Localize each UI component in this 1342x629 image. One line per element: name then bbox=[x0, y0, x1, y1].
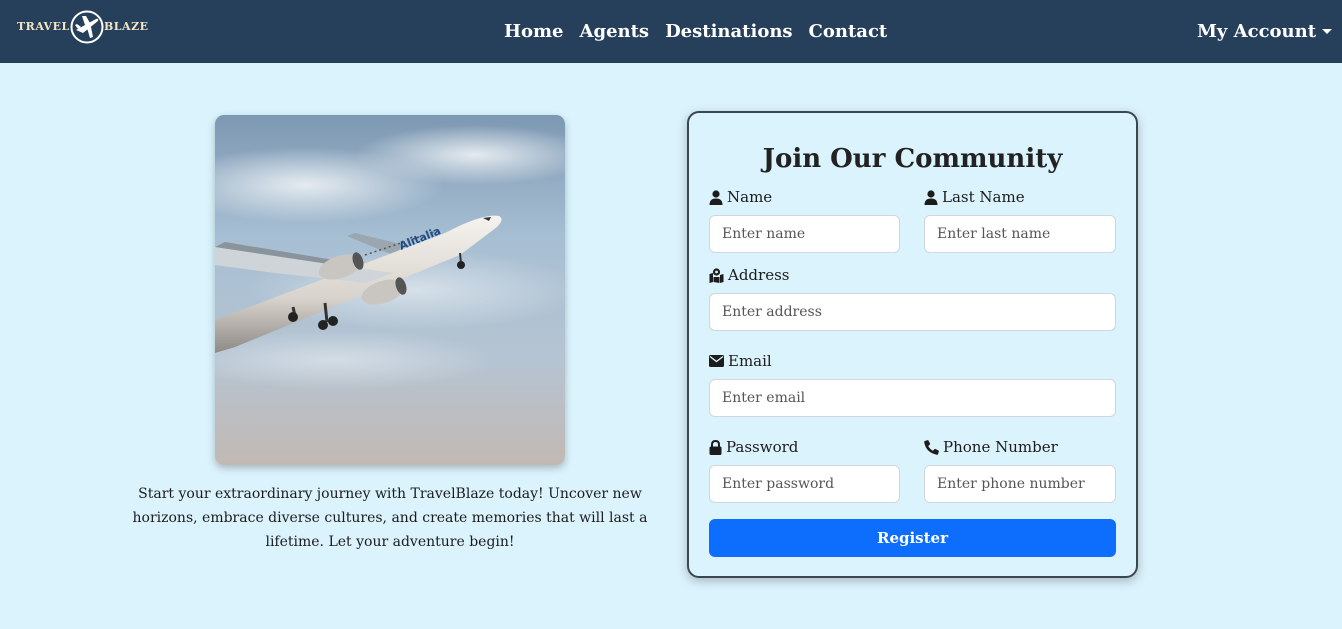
nav-link-destinations[interactable]: Destinations bbox=[665, 19, 792, 45]
phone-label: Phone Number bbox=[924, 437, 1058, 457]
last-name-label: Last Name bbox=[924, 187, 1025, 207]
email-label: Email bbox=[709, 351, 772, 371]
lock-icon bbox=[709, 439, 722, 455]
main-nav: Home Agents Destinations Contact bbox=[504, 19, 887, 45]
password-input[interactable] bbox=[709, 465, 900, 503]
registration-card: Join Our Community Name Last Name Addres… bbox=[687, 111, 1138, 578]
envelope-icon bbox=[709, 355, 724, 367]
name-label: Name bbox=[709, 187, 772, 207]
address-input[interactable] bbox=[709, 293, 1116, 331]
airplane-illustration: Alitalia bbox=[215, 115, 565, 465]
brand-text-left: TRAVEL bbox=[17, 20, 70, 33]
last-name-input[interactable] bbox=[924, 215, 1116, 253]
map-location-icon bbox=[709, 267, 724, 283]
airplane-icon bbox=[70, 10, 104, 44]
caret-down-icon bbox=[1322, 28, 1333, 34]
register-button[interactable]: Register bbox=[709, 519, 1116, 557]
phone-input[interactable] bbox=[924, 465, 1116, 503]
address-label: Address bbox=[709, 265, 789, 285]
my-account-dropdown[interactable]: My Account bbox=[1197, 19, 1333, 45]
navbar: TRAVEL BLAZE Home Agents Destinations Co… bbox=[0, 0, 1342, 63]
form-title: Join Our Community bbox=[762, 144, 1063, 174]
nav-link-home[interactable]: Home bbox=[504, 19, 564, 45]
phone-icon bbox=[924, 439, 939, 455]
brand-logo[interactable]: TRAVEL BLAZE bbox=[16, 9, 148, 45]
email-input[interactable] bbox=[709, 379, 1116, 417]
hero-description: Start your extraordinary journey with Tr… bbox=[132, 486, 648, 550]
airplane-photo: Alitalia bbox=[215, 115, 565, 465]
my-account-label: My Account bbox=[1197, 21, 1317, 42]
user-icon bbox=[709, 189, 723, 205]
name-input[interactable] bbox=[709, 215, 900, 253]
user-icon bbox=[924, 189, 938, 205]
nav-link-agents[interactable]: Agents bbox=[580, 19, 650, 45]
brand-text-right: BLAZE bbox=[104, 20, 149, 33]
password-label: Password bbox=[709, 437, 798, 457]
nav-link-contact[interactable]: Contact bbox=[809, 19, 888, 45]
